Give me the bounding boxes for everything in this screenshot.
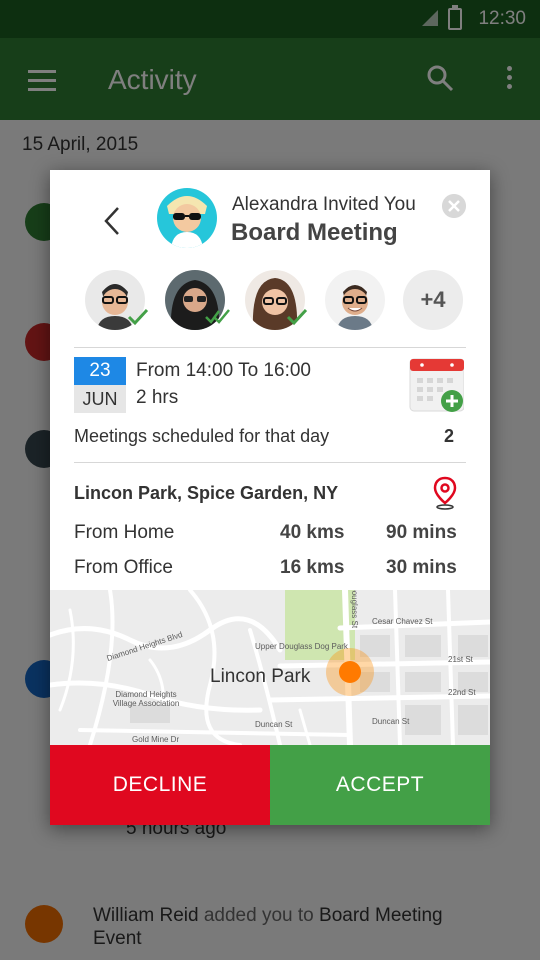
meetings-label: Meetings scheduled for that day <box>74 426 330 446</box>
location-map[interactable]: Diamond Heights Blvd Upper Douglass Dog … <box>50 590 490 745</box>
accepted-check-icon <box>205 309 230 324</box>
meetings-count: 2 <box>443 426 454 446</box>
event-name: Board Meeting <box>231 219 398 246</box>
location-name: Lincon Park, Spice Garden, NY <box>74 483 339 503</box>
accept-button[interactable]: ACCEPT <box>270 745 490 825</box>
travel-office-label: From Office <box>74 557 173 578</box>
location-pin-icon[interactable] <box>432 476 458 510</box>
travel-home-time: 90 mins <box>386 522 457 543</box>
travel-office-time: 30 mins <box>386 557 457 578</box>
back-icon[interactable] <box>102 206 122 236</box>
travel-home-distance: 40 kms <box>280 522 345 543</box>
close-icon[interactable] <box>442 194 466 218</box>
invite-dialog: Alexandra Invited You Board Meeting +4 2… <box>50 170 490 825</box>
time-range: From 14:00 To 16:00 <box>136 360 311 381</box>
divider <box>74 347 466 348</box>
map-street-label: 22nd St <box>448 688 476 697</box>
map-street-label: Duncan St <box>255 720 293 729</box>
accepted-check-icon <box>127 308 149 326</box>
decline-button[interactable]: DECLINE <box>50 745 270 825</box>
date-month: JUN <box>74 385 126 413</box>
divider <box>74 462 466 463</box>
duration: 2 hrs <box>136 387 179 408</box>
map-place-label: Lincon Park <box>210 666 311 687</box>
travel-office-distance: 16 kms <box>280 557 345 578</box>
map-street-label: Gold Mine Dr <box>132 735 180 744</box>
add-to-calendar-icon[interactable] <box>408 357 464 413</box>
guest-avatar-4[interactable] <box>325 270 385 330</box>
travel-home-label: From Home <box>74 522 175 543</box>
invite-text: Alexandra Invited You <box>232 194 416 215</box>
map-street-label: Duncan St <box>372 717 410 726</box>
more-guests-badge[interactable]: +4 <box>403 270 463 330</box>
host-avatar <box>157 188 217 248</box>
accepted-check-icon <box>286 308 308 326</box>
map-marker[interactable] <box>339 661 361 683</box>
map-street-label: Cesar Chavez St <box>372 617 433 626</box>
date-day: 23 <box>74 357 126 385</box>
map-street-label: Douglass St <box>350 590 360 629</box>
map-street-label: 21st St <box>448 655 473 664</box>
map-street-label: Diamond Heights Village Association <box>112 690 180 708</box>
map-street-label: Upper Douglass Dog Park <box>255 642 348 651</box>
